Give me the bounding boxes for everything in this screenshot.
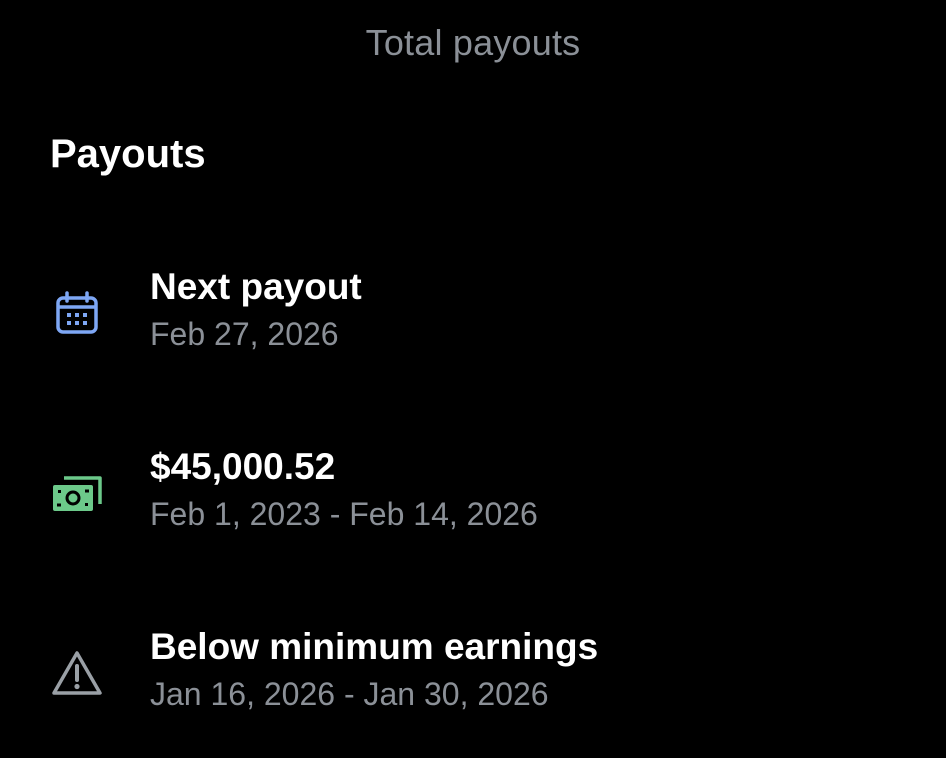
list-item-below-minimum[interactable]: Below minimum earnings Jan 16, 2026 - Ja… <box>0 626 946 736</box>
below-minimum-label: Below minimum earnings <box>150 626 599 667</box>
warning-icon <box>46 642 108 704</box>
calendar-icon <box>46 282 108 344</box>
next-payout-date: Feb 27, 2026 <box>150 316 339 352</box>
money-icon <box>46 462 108 524</box>
list-item-next-payout[interactable]: Next payout Feb 27, 2026 <box>0 266 946 376</box>
list-item-total-amount[interactable]: $45,000.52 Feb 1, 2023 - Feb 14, 2026 <box>0 446 946 556</box>
below-minimum-range: Jan 16, 2026 - Jan 30, 2026 <box>150 676 549 712</box>
page-title: Total payouts <box>365 22 581 63</box>
section-heading-payouts: Payouts <box>50 132 206 176</box>
total-amount-range: Feb 1, 2023 - Feb 14, 2026 <box>150 496 538 532</box>
total-amount-value: $45,000.52 <box>150 446 336 487</box>
next-payout-label: Next payout <box>150 266 362 307</box>
